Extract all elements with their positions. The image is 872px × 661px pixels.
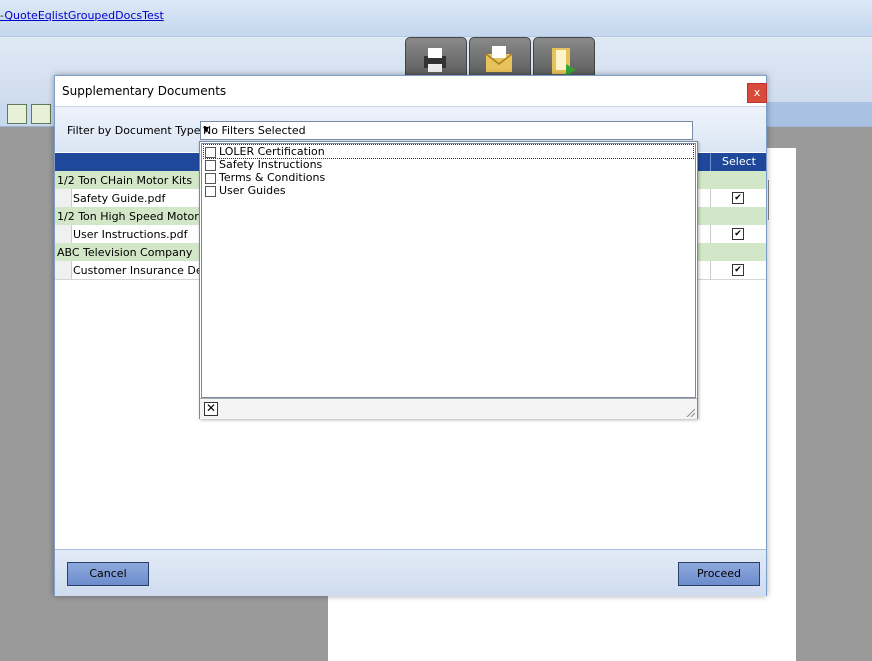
chevron-down-icon[interactable]: ▼ [203, 125, 689, 134]
dropdown-footer: ✕ [200, 398, 697, 419]
select-column-header[interactable]: Select [710, 153, 767, 171]
proceed-button[interactable]: Proceed [678, 562, 760, 586]
group-name: 1/2 Ton High Speed Motor wit [57, 210, 219, 223]
select-cell: ✔ [710, 189, 767, 207]
document-name: Safety Guide.pdf [73, 192, 166, 205]
option-label: Safety Instructions [219, 158, 323, 171]
record-link[interactable]: -QuoteEqlistGroupedDocsTest [0, 9, 164, 22]
option-checkbox[interactable] [205, 186, 216, 197]
dialog-title-bar: Supplementary Documents [55, 76, 766, 107]
option-checkbox[interactable] [205, 147, 216, 158]
filter-label: Filter by Document Types [67, 124, 207, 137]
option-checkbox[interactable] [205, 173, 216, 184]
print-icon [424, 48, 446, 72]
record-link-text[interactable]: QuoteEqlistGroupedDocsTest [4, 9, 163, 22]
page-view-icon[interactable] [7, 104, 27, 124]
select-cell: ✔ [710, 261, 767, 279]
row-indent [55, 225, 72, 243]
document-name: User Instructions.pdf [73, 228, 188, 241]
row-indent [55, 189, 72, 207]
cancel-button[interactable]: Cancel [67, 562, 149, 586]
filter-option[interactable]: LOLER Certification [203, 144, 694, 159]
option-label: LOLER Certification [219, 145, 325, 158]
email-icon [485, 46, 513, 72]
email-button[interactable] [469, 37, 531, 79]
document-type-filter-select[interactable]: No Filters Selected ▼ [200, 121, 693, 140]
option-label: Terms & Conditions [219, 171, 326, 184]
group-name: ABC Television Company [57, 246, 193, 259]
resize-grip-icon[interactable] [685, 407, 695, 417]
filter-options-list: LOLER Certification Safety Instructions … [201, 143, 696, 398]
print-preview-icon[interactable] [31, 104, 51, 124]
group-name: 1/2 Ton CHain Motor Kits [57, 174, 193, 187]
dialog-title: Supplementary Documents [62, 84, 227, 98]
option-checkbox[interactable] [205, 160, 216, 171]
export-button[interactable] [533, 37, 595, 79]
print-button[interactable] [405, 37, 467, 79]
filter-dropdown-popup: LOLER Certification Safety Instructions … [199, 141, 698, 419]
dialog-footer: Cancel Proceed [55, 549, 766, 596]
select-cell: ✔ [710, 225, 767, 243]
close-button[interactable]: x [747, 83, 767, 103]
select-checkbox[interactable]: ✔ [732, 228, 744, 240]
option-label: User Guides [219, 184, 286, 197]
export-folder-icon [552, 48, 576, 76]
filter-option[interactable]: User Guides [204, 184, 693, 197]
document-name: Customer Insurance Detail [73, 264, 220, 277]
select-checkbox[interactable]: ✔ [732, 192, 744, 204]
toolbar-strip-right [766, 102, 872, 126]
clear-filters-icon[interactable]: ✕ [204, 402, 218, 416]
filter-option[interactable]: Safety Instructions [204, 158, 693, 171]
filter-option[interactable]: Terms & Conditions [204, 171, 693, 184]
select-checkbox[interactable]: ✔ [732, 264, 744, 276]
row-indent [55, 261, 72, 279]
app-title-bar: -QuoteEqlistGroupedDocsTest [0, 0, 872, 36]
